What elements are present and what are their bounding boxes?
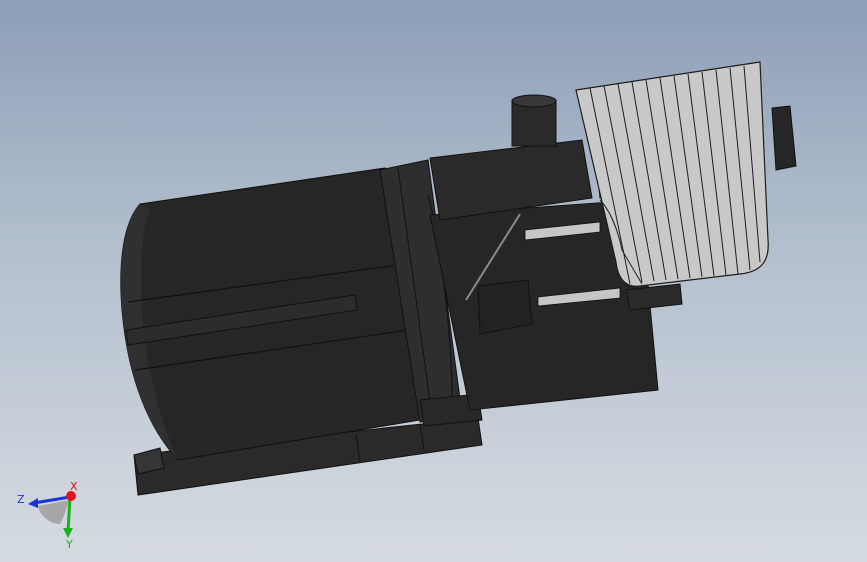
coordinate-triad: Z X Y (10, 480, 90, 551)
triad-plane-icon (38, 500, 70, 524)
motor-body (120, 167, 421, 461)
graphics-viewport[interactable]: Z X Y (0, 0, 867, 562)
motor-3d-model[interactable] (0, 0, 867, 562)
z-axis-label: Z (17, 493, 25, 506)
y-arrow-head-icon (63, 528, 73, 538)
y-axis-arrow (66, 496, 72, 533)
x-axis-label: X (70, 480, 78, 493)
y-axis-label: Y (65, 538, 73, 550)
z-arrow-head-icon (28, 498, 38, 508)
shaft-stub (511, 94, 557, 147)
